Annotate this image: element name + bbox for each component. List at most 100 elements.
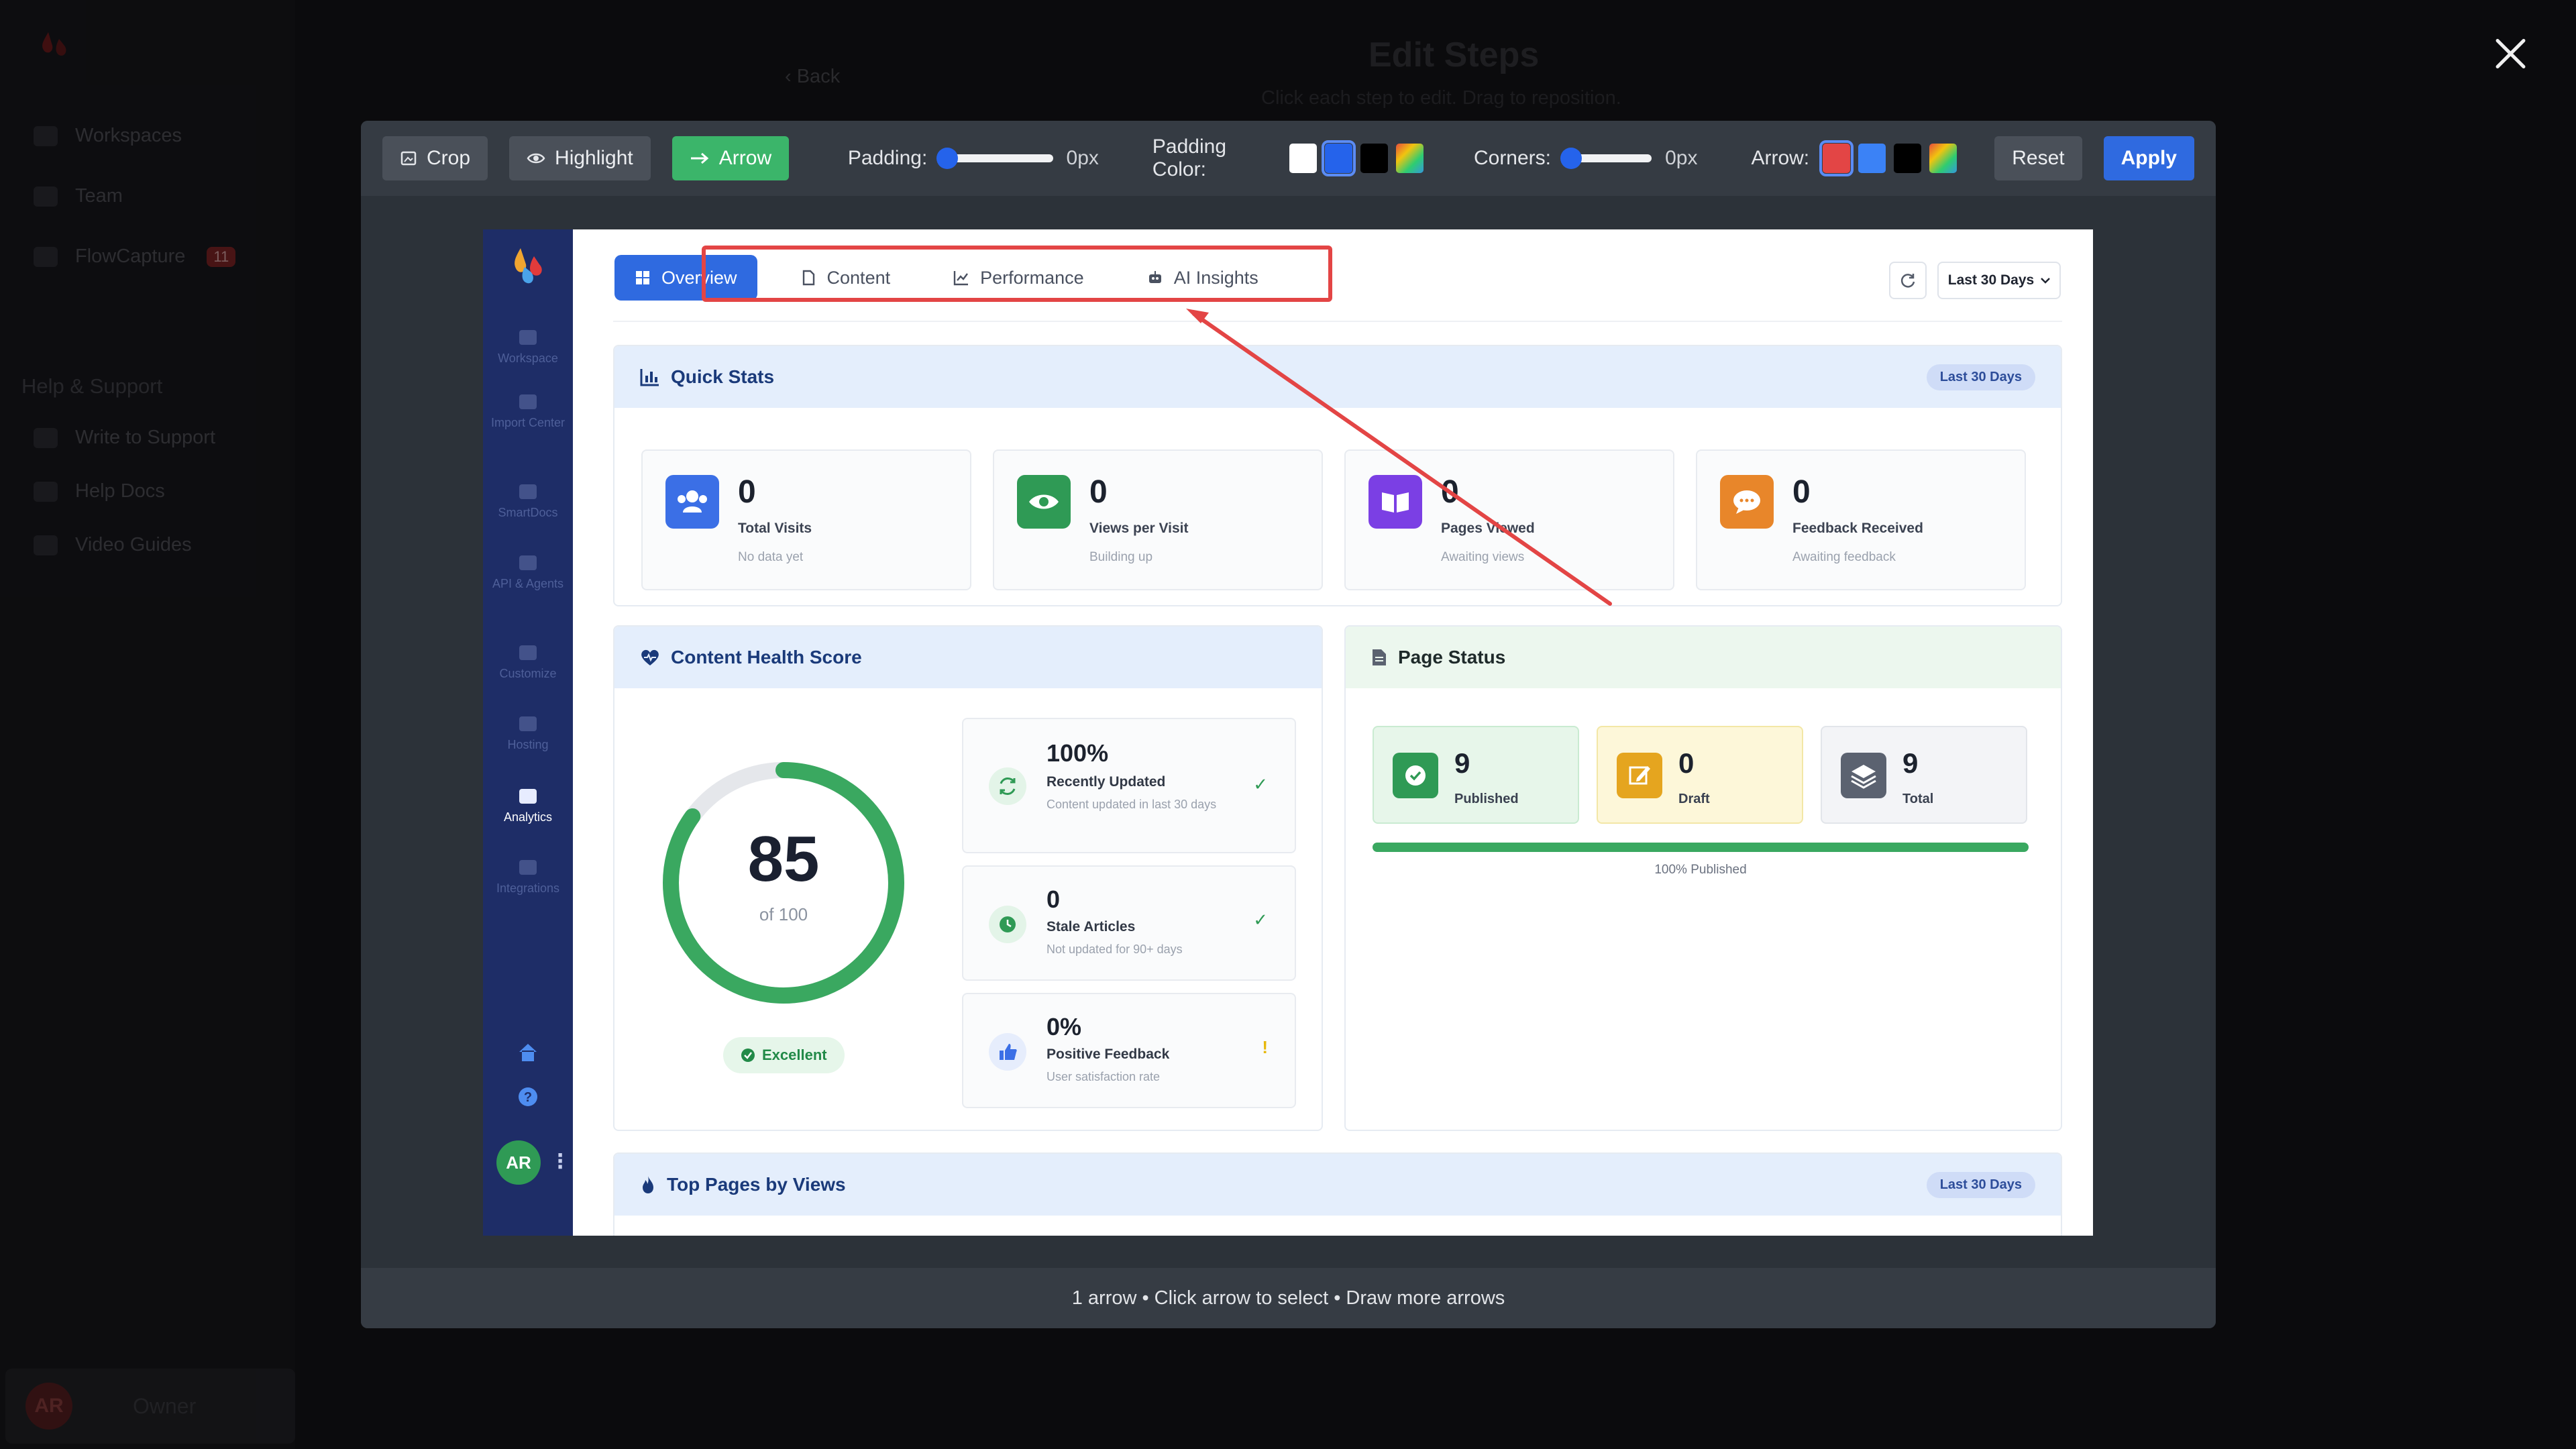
content-health-card: Content Health Score 85 of 100 Excellent…	[613, 625, 1323, 1131]
check-circle-icon	[741, 1049, 755, 1062]
arrow-color-black[interactable]	[1893, 144, 1921, 173]
padding-color-label: Padding Color:	[1152, 136, 1227, 180]
arrow-color-red[interactable]	[1819, 140, 1854, 176]
slider-handle[interactable]	[936, 148, 959, 169]
check-circle-icon	[1393, 753, 1438, 798]
published-progress-label: 100% Published	[1654, 863, 1747, 877]
edit-icon	[1617, 753, 1662, 798]
inner-nav-customize[interactable]: Customize	[483, 645, 573, 681]
page-title: Edit Steps	[1368, 36, 1540, 74]
video-icon	[34, 535, 58, 555]
health-score-gauge: 85 of 100	[656, 755, 911, 1010]
inner-avatar[interactable]: AR	[496, 1140, 541, 1185]
user-role: Owner	[133, 1393, 197, 1418]
users-icon	[665, 475, 719, 529]
status-badge: Excellent	[723, 1037, 845, 1073]
crop-icon	[400, 151, 417, 166]
chat-icon	[34, 427, 58, 448]
published-progress-bar	[1373, 843, 2029, 852]
arrow-right-icon	[690, 152, 709, 164]
file-icon	[519, 330, 537, 345]
edited-screenshot[interactable]: Workspace Import Center SmartDocs API & …	[483, 229, 2093, 1236]
page-status-header: Page Status	[1346, 627, 2061, 688]
arrow-color-label: Arrow:	[1751, 147, 1810, 169]
padding-color-gradient[interactable]	[1395, 144, 1424, 173]
inner-nav-workspace[interactable]: Workspace	[483, 330, 573, 366]
sync-icon	[989, 767, 1026, 805]
help-icon[interactable]: ?	[517, 1085, 539, 1108]
more-options-icon[interactable]: ⋮	[550, 1150, 570, 1173]
top-pages-card: Top Pages by Views Last 30 Days	[613, 1152, 2062, 1236]
status-total: 9 Total	[1821, 726, 2027, 824]
inner-nav-integrations[interactable]: Integrations	[483, 860, 573, 896]
date-range-badge: Last 30 Days	[1926, 364, 2035, 390]
check-icon: ✓	[1253, 910, 1268, 930]
inner-nav-analytics[interactable]: Analytics	[483, 789, 573, 824]
folder-icon	[34, 125, 58, 146]
padding-slider[interactable]	[936, 148, 1053, 169]
capture-icon	[34, 246, 58, 267]
stat-pages-viewed: 0 Pages Viewed Awaiting views	[1344, 449, 1674, 590]
arrow-color-gradient[interactable]	[1929, 144, 1957, 173]
refresh-icon	[1900, 274, 1915, 288]
bg-nav-workspaces: Workspaces	[34, 125, 182, 147]
analytics-main: Overview Content Performance AI Insights…	[573, 229, 2093, 1236]
paint-roller-icon	[519, 645, 537, 660]
slider-handle[interactable]	[1560, 148, 1582, 169]
inner-nav-smartdocs[interactable]: SmartDocs	[483, 484, 573, 520]
padding-color-white[interactable]	[1289, 144, 1318, 173]
inner-app-logo	[515, 248, 542, 284]
padding-color-blue[interactable]	[1322, 140, 1356, 176]
grid-icon	[636, 271, 649, 284]
bg-help-docs: Help Docs	[34, 480, 165, 502]
background-user-card: AR Owner	[5, 1368, 295, 1444]
inner-nav-api-agents[interactable]: API & Agents	[483, 555, 573, 591]
crop-button[interactable]: Crop	[382, 136, 488, 180]
padding-color-black[interactable]	[1360, 144, 1388, 173]
inner-nav-hosting[interactable]: Hosting	[483, 716, 573, 752]
close-icon[interactable]	[2490, 34, 2530, 74]
arrow-color-blue[interactable]	[1858, 144, 1886, 173]
layers-icon	[1841, 753, 1886, 798]
status-published: 9 Published	[1373, 726, 1579, 824]
header-divider	[613, 321, 2062, 322]
svg-text:?: ?	[524, 1090, 532, 1105]
metric-stale-articles: 0 Stale Articles Not updated for 90+ day…	[962, 865, 1296, 981]
eye-icon	[1017, 475, 1071, 529]
status-draft: 0 Draft	[1597, 726, 1803, 824]
apply-button[interactable]: Apply	[2103, 136, 2194, 180]
book-icon	[34, 481, 58, 502]
home-icon[interactable]	[517, 1041, 539, 1064]
bg-nav-flowcapture: FlowCapture 11	[34, 246, 236, 268]
warning-icon: !	[1262, 1037, 1268, 1057]
refresh-button[interactable]	[1889, 262, 1927, 299]
bg-help-video: Video Guides	[34, 534, 192, 556]
stat-feedback-received: 0 Feedback Received Awaiting feedback	[1696, 449, 2026, 590]
arrow-tool-button[interactable]: Arrow	[672, 136, 790, 180]
bg-help-support: Write to Support	[34, 427, 215, 449]
chart-line-icon	[519, 789, 537, 804]
page-subtitle: Click each step to edit. Drag to reposit…	[1261, 87, 1621, 109]
clock-icon	[989, 906, 1026, 943]
inner-nav-import-center[interactable]: Import Center	[483, 394, 573, 430]
stat-views-per-visit: 0 Views per Visit Building up	[993, 449, 1323, 590]
editor-toolbar: Crop Highlight Arrow Padding: 0px Paddin…	[361, 121, 2216, 196]
date-range-badge: Last 30 Days	[1926, 1171, 2035, 1198]
app-logo	[42, 32, 66, 56]
arrow-status-text: 1 arrow • Click arrow to select • Draw m…	[1071, 1287, 1505, 1309]
corners-label: Corners:	[1473, 147, 1552, 169]
page-status-card: Page Status 9 Published 0 Draft 9 Total …	[1344, 625, 2062, 1131]
health-score-scale: of 100	[759, 904, 808, 924]
corners-value: 0px	[1665, 147, 1698, 169]
metric-recently-updated: 100% Recently Updated Content updated in…	[962, 718, 1296, 853]
document-icon	[1373, 649, 1386, 665]
back-link: ‹ Back	[785, 66, 841, 87]
avatar: AR	[25, 1383, 72, 1430]
highlight-button[interactable]: Highlight	[509, 136, 651, 180]
reset-button[interactable]: Reset	[1994, 136, 2082, 180]
corners-slider[interactable]	[1560, 148, 1652, 169]
chevron-down-icon	[2041, 278, 2051, 284]
date-range-select[interactable]: Last 30 Days	[1937, 262, 2061, 299]
heart-pulse-icon	[641, 649, 659, 665]
highlight-annotation-box[interactable]	[702, 246, 1332, 302]
